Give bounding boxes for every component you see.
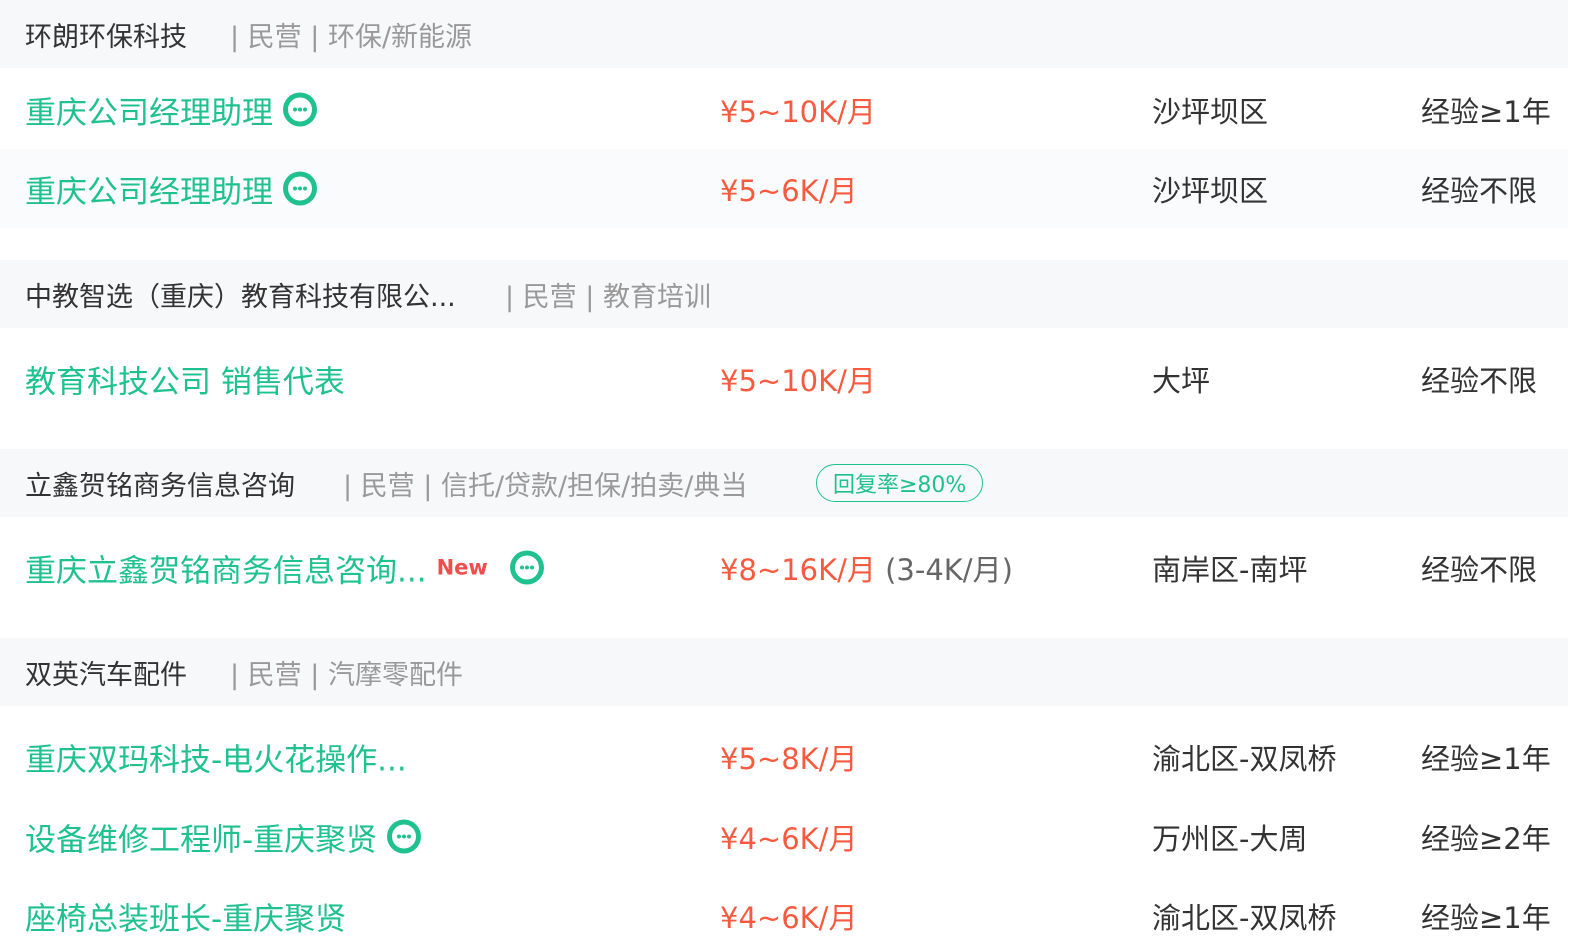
job-row[interactable]: 重庆公司经理助理 ¥5~10K/月 沙坪坝区 经验≥1年 (0, 70, 1568, 149)
job-list: 环朗环保科技 | 民营 | 环保/新能源 重庆公司经理助理 ¥5~10K/月 沙… (0, 0, 1574, 949)
job-title[interactable]: 设备维修工程师-重庆聚贤 (25, 814, 422, 859)
salary: ¥4~6K/月 (720, 900, 858, 935)
salary-sub: (3-4K/月) (885, 552, 1013, 587)
location: 南岸区-南坪 (1152, 552, 1308, 587)
job-row[interactable]: 重庆立鑫贺铭商务信息咨询... New ¥8~16K/月 (3-4K/月) 南岸… (0, 528, 1568, 607)
job-title-text[interactable]: 重庆公司经理助理 (25, 166, 273, 211)
company-name[interactable]: 双英汽车配件 (25, 653, 187, 692)
location: 大坪 (1152, 363, 1211, 398)
location: 沙坪坝区 (1152, 173, 1269, 208)
experience: 经验不限 (1421, 363, 1538, 398)
experience: 经验不限 (1421, 552, 1538, 587)
salary-range: ¥8~16K/月 (720, 552, 876, 587)
chat-icon[interactable] (283, 171, 317, 206)
company-meta: | 民营 | 汽摩零配件 (230, 659, 463, 691)
chat-icon[interactable] (283, 92, 317, 127)
experience: 经验≥1年 (1421, 741, 1551, 776)
location: 万州区-大周 (1152, 821, 1308, 856)
company-meta: | 民营 | 环保/新能源 (230, 21, 473, 53)
job-row[interactable]: 设备维修工程师-重庆聚贤 ¥4~6K/月 万州区-大周 经验≥2年 (0, 797, 1568, 876)
job-title[interactable]: 重庆公司经理助理 (25, 166, 317, 211)
salary: ¥5~10K/月 (720, 363, 876, 398)
company-meta: | 民营 | 信托/贷款/担保/拍卖/典当 (343, 470, 748, 502)
location: 渝北区-双凤桥 (1152, 741, 1337, 776)
salary: ¥5~10K/月 (720, 94, 876, 129)
job-row[interactable]: 重庆双玛科技-电火花操作... ¥5~8K/月 渝北区-双凤桥 经验≥1年 (0, 717, 1568, 796)
job-title[interactable]: 教育科技公司 销售代表 (25, 356, 345, 401)
company-header[interactable]: 双英汽车配件 | 民营 | 汽摩零配件 (0, 638, 1568, 706)
location: 渝北区-双凤桥 (1152, 900, 1337, 935)
experience: 经验≥1年 (1421, 900, 1551, 935)
job-title-text[interactable]: 重庆公司经理助理 (25, 87, 273, 132)
job-title[interactable]: 重庆立鑫贺铭商务信息咨询... New (25, 545, 544, 590)
job-title-text[interactable]: 重庆立鑫贺铭商务信息咨询... (25, 545, 427, 590)
company-header[interactable]: 立鑫贺铭商务信息咨询 | 民营 | 信托/贷款/担保/拍卖/典当 回复率≥80% (0, 449, 1568, 517)
job-row[interactable]: 座椅总装班长-重庆聚贤 ¥4~6K/月 渝北区-双凤桥 经验≥1年 (0, 876, 1568, 949)
company-header[interactable]: 中教智选（重庆）教育科技有限公... | 民营 | 教育培训 (0, 260, 1568, 328)
job-title-text[interactable]: 设备维修工程师-重庆聚贤 (25, 814, 377, 859)
salary: ¥5~8K/月 (720, 741, 858, 776)
job-title-text[interactable]: 座椅总装班长-重庆聚贤 (25, 893, 346, 938)
salary: ¥4~6K/月 (720, 821, 858, 856)
experience: 经验≥1年 (1421, 94, 1551, 129)
location: 沙坪坝区 (1152, 94, 1269, 129)
experience: 经验≥2年 (1421, 821, 1551, 856)
company-name[interactable]: 中教智选（重庆）教育科技有限公... (25, 275, 456, 314)
job-title-text[interactable]: 教育科技公司 销售代表 (25, 356, 345, 401)
reply-rate-badge: 回复率≥80% (816, 464, 984, 502)
salary: ¥8~16K/月 (3-4K/月) (720, 547, 1013, 589)
experience: 经验不限 (1421, 173, 1538, 208)
job-row[interactable]: 重庆公司经理助理 ¥5~6K/月 沙坪坝区 经验不限 (0, 149, 1568, 228)
company-name[interactable]: 立鑫贺铭商务信息咨询 (25, 464, 295, 503)
chat-icon[interactable] (387, 819, 422, 854)
chat-icon[interactable] (509, 550, 544, 585)
company-name[interactable]: 环朗环保科技 (25, 15, 187, 54)
job-title[interactable]: 重庆双玛科技-电火花操作... (25, 734, 407, 779)
job-title[interactable]: 重庆公司经理助理 (25, 87, 317, 132)
new-badge: New (436, 555, 488, 580)
company-header[interactable]: 环朗环保科技 | 民营 | 环保/新能源 (0, 0, 1568, 68)
salary: ¥5~6K/月 (720, 173, 858, 208)
company-meta: | 民营 | 教育培训 (505, 281, 711, 313)
job-title[interactable]: 座椅总装班长-重庆聚贤 (25, 893, 346, 938)
job-title-text[interactable]: 重庆双玛科技-电火花操作... (25, 734, 407, 779)
job-row[interactable]: 教育科技公司 销售代表 ¥5~10K/月 大坪 经验不限 (0, 339, 1568, 418)
